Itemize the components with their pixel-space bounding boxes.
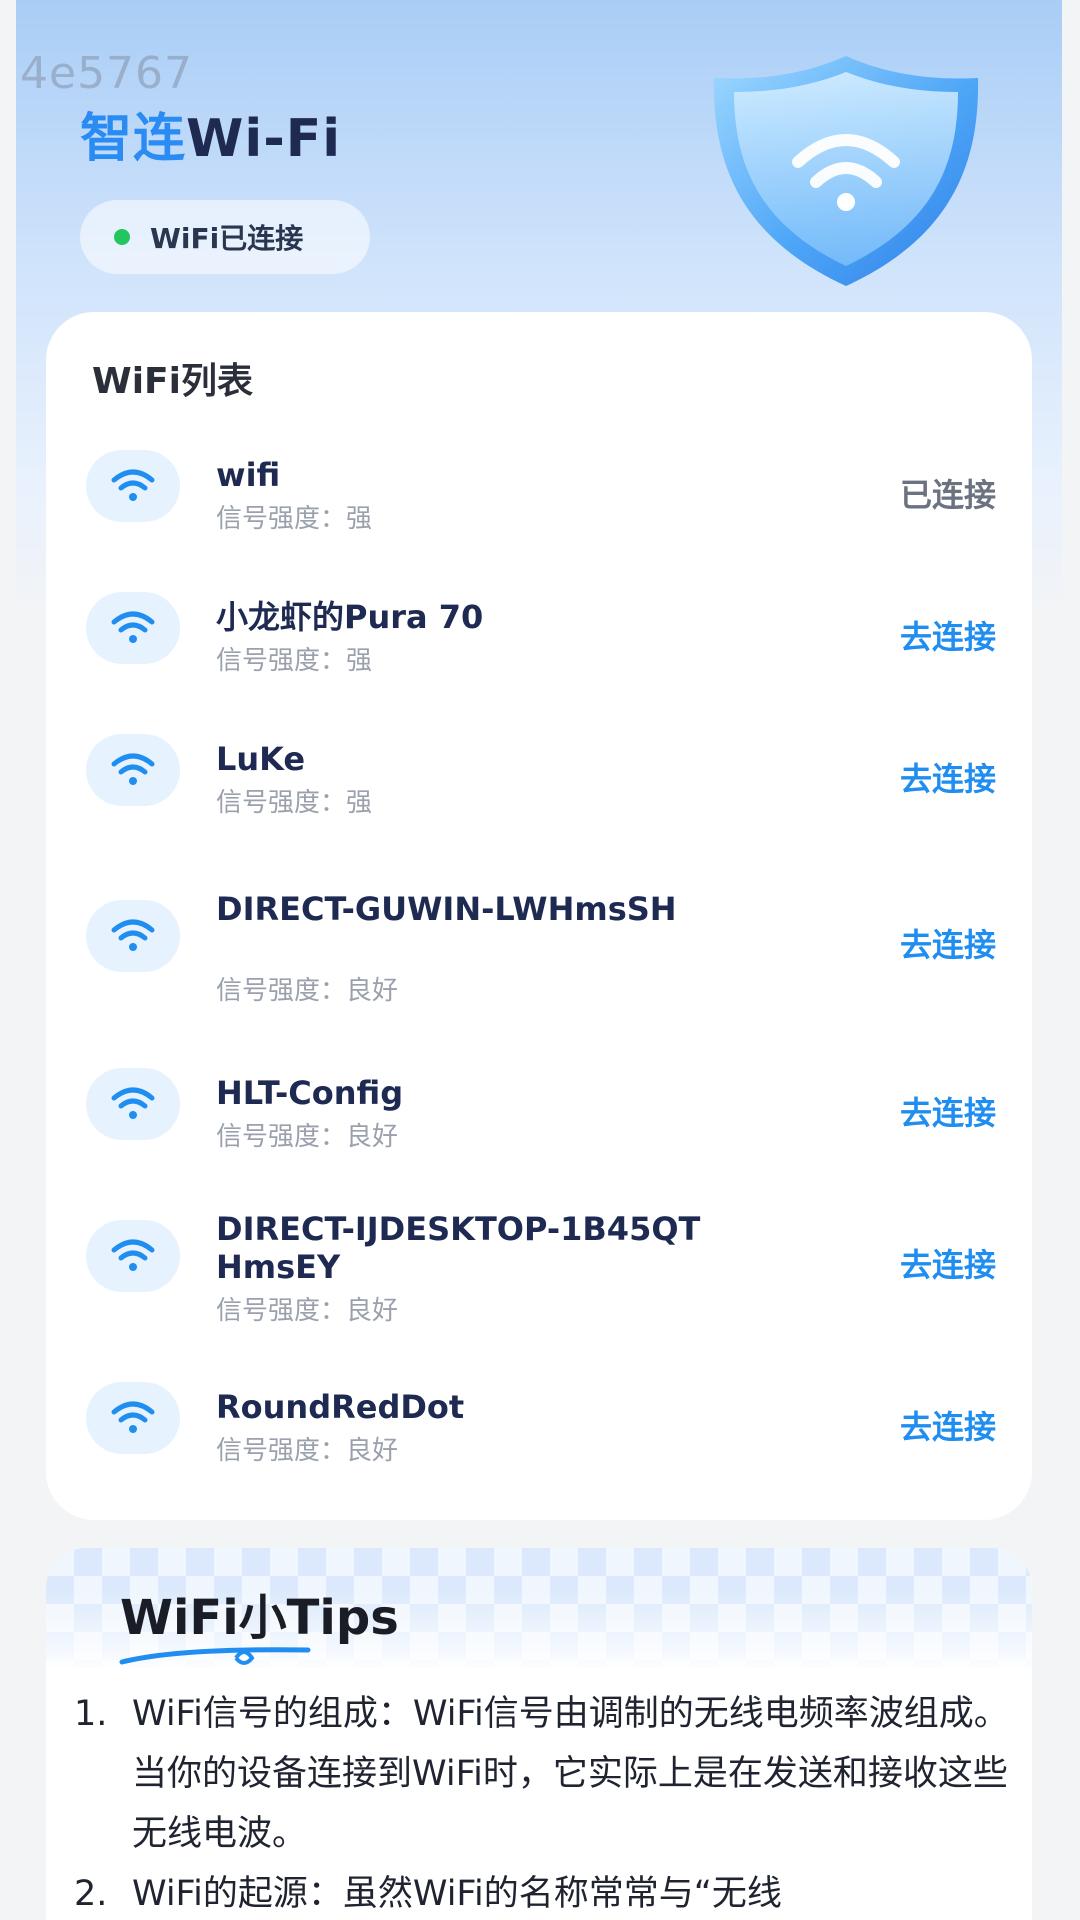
wifi-ssid: wifi bbox=[216, 456, 281, 494]
wifi-icon bbox=[86, 1382, 180, 1454]
wifi-signal-strength: 信号强度：良好 bbox=[216, 976, 399, 1006]
app-title-part2: Wi-Fi bbox=[186, 109, 342, 169]
tip-item: 1. WiFi信号的组成：WiFi信号由调制的无线电频率波组成。当你的设备连接到… bbox=[70, 1684, 1020, 1864]
wifi-icon bbox=[86, 734, 180, 806]
connect-button[interactable]: 去连接 bbox=[900, 920, 996, 966]
wifi-ssid: DIRECT-GUWIN-LWHmsSH bbox=[216, 890, 677, 928]
tip-item: 2. WiFi的起源：虽然WiFi的名称常常与“无线 bbox=[70, 1864, 1020, 1920]
wifi-icon bbox=[86, 1068, 180, 1140]
wifi-ssid: HLT-Config bbox=[216, 1074, 404, 1112]
wifi-icon bbox=[86, 900, 180, 972]
wifi-ssid: DIRECT-IJDESKTOP-1B45QTHmsEY bbox=[216, 1210, 701, 1286]
tips-card: WiFi小Tips 1. WiFi信号的组成：WiFi信号由调制的无线电频率波组… bbox=[46, 1548, 1032, 1920]
watermark: 4e5767 bbox=[20, 48, 194, 99]
wifi-signal-strength: 信号强度：良好 bbox=[216, 1296, 399, 1326]
wifi-icon bbox=[86, 592, 180, 664]
connect-button[interactable]: 去连接 bbox=[900, 1240, 996, 1286]
wifi-icon bbox=[86, 450, 180, 522]
connect-button[interactable]: 去连接 bbox=[900, 612, 996, 658]
tip-text: WiFi信号的组成：WiFi信号由调制的无线电频率波组成。当你的设备连接到WiF… bbox=[132, 1694, 1009, 1854]
wifi-list-title: WiFi列表 bbox=[92, 361, 253, 402]
underline-swoosh-icon bbox=[119, 1647, 311, 1665]
wifi-signal-strength: 信号强度：强 bbox=[216, 504, 373, 534]
shield-wifi-icon bbox=[713, 56, 979, 286]
tips-title: WiFi小Tips bbox=[120, 1590, 399, 1646]
wifi-icon bbox=[86, 1220, 180, 1292]
app-title-part1: 智连 bbox=[80, 109, 187, 169]
status-dot-icon bbox=[114, 229, 130, 245]
tip-number: 2. bbox=[74, 1874, 108, 1914]
tips-body: 1. WiFi信号的组成：WiFi信号由调制的无线电频率波组成。当你的设备连接到… bbox=[70, 1684, 1020, 1920]
tip-number: 1. bbox=[74, 1694, 108, 1734]
wifi-signal-strength: 信号强度：强 bbox=[216, 788, 373, 818]
wifi-signal-strength: 信号强度：良好 bbox=[216, 1436, 399, 1466]
app-title: 智连Wi-Fi bbox=[80, 96, 341, 171]
connection-status-badge: WiFi已连接 bbox=[80, 200, 370, 274]
wifi-ssid: RoundRedDot bbox=[216, 1388, 465, 1426]
wifi-signal-strength: 信号强度：强 bbox=[216, 646, 373, 676]
tip-text: WiFi的起源：虽然WiFi的名称常常与“无线 bbox=[132, 1874, 782, 1914]
connect-button[interactable]: 去连接 bbox=[900, 1088, 996, 1134]
wifi-ssid: LuKe bbox=[216, 740, 306, 778]
screen-edge bbox=[1062, 0, 1080, 1920]
connected-status: 已连接 bbox=[899, 476, 996, 514]
connect-button[interactable]: 去连接 bbox=[900, 1402, 996, 1448]
app-background: 4e5767 智连Wi-Fi WiFi已连接 WiFi列表 wifi 信号强度：… bbox=[16, 0, 1062, 1920]
wifi-list-card: WiFi列表 wifi 信号强度：强 已连接 小龙虾的Pura 70 信号强度：… bbox=[46, 312, 1032, 1520]
wifi-signal-strength: 信号强度：良好 bbox=[216, 1122, 399, 1152]
wifi-ssid: 小龙虾的Pura 70 bbox=[216, 598, 484, 636]
status-text: WiFi已连接 bbox=[150, 222, 304, 255]
connect-button[interactable]: 去连接 bbox=[900, 754, 996, 800]
